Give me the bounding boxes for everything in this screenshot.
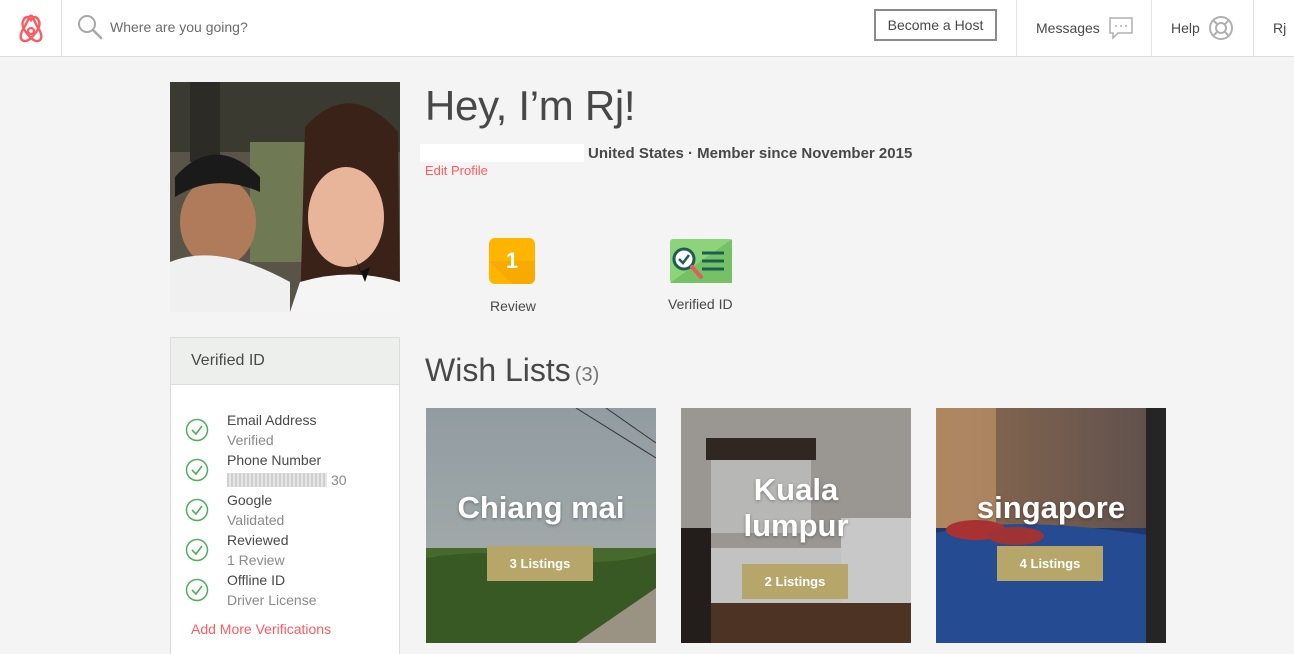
verification-status: 30 — [227, 472, 347, 488]
messages-nav[interactable]: Messages — [1036, 0, 1134, 56]
wishlists-count: (3) — [574, 364, 600, 386]
become-host-button[interactable]: Become a Host — [874, 9, 997, 41]
user-name: Rj — [1273, 20, 1287, 36]
member-location: United States · Member since November 20… — [588, 145, 913, 162]
nav-divider — [1151, 0, 1152, 56]
verification-title: Offline ID — [227, 572, 286, 588]
verification-status: 1 Review — [227, 552, 285, 568]
verification-item: Reviewed 1 Review — [185, 532, 385, 572]
wishlist-card-chiang-mai[interactable]: Chiang mai 3 Listings — [426, 408, 656, 643]
phone-suffix: 30 — [331, 472, 347, 488]
nav-divider — [1016, 0, 1017, 56]
verification-status: Verified — [227, 432, 274, 448]
wishlists-title: Wish Lists — [425, 352, 571, 388]
top-nav: Become a Host Messages Help Rj — [0, 0, 1294, 57]
user-menu[interactable]: Rj — [1273, 0, 1286, 56]
verified-id-badge-icon[interactable] — [668, 237, 732, 285]
verification-title: Phone Number — [227, 452, 322, 468]
search-input[interactable] — [110, 16, 510, 38]
verification-item: Google Validated — [185, 492, 385, 532]
wishlist-card-singapore[interactable]: singapore 4 Listings — [936, 408, 1166, 643]
redacted-block — [420, 144, 584, 162]
help-nav[interactable]: Help — [1171, 0, 1234, 56]
wishlists-heading: Wish Lists (3) — [425, 352, 599, 389]
page-title: Hey, I’m Rj! — [425, 82, 636, 129]
wishlist-listings-button[interactable]: 4 Listings — [997, 546, 1103, 581]
wishlist-listings-button[interactable]: 3 Listings — [487, 546, 593, 581]
verification-title: Email Address — [227, 412, 317, 428]
wishlist-card-kuala-lumpur[interactable]: Kuala lumpur 2 Listings — [681, 408, 911, 643]
check-circle-icon — [185, 578, 209, 602]
nav-divider — [1253, 0, 1254, 56]
search-icon[interactable] — [76, 13, 104, 41]
verification-title: Google — [227, 492, 273, 508]
verification-status: Driver License — [227, 592, 317, 608]
wishlist-name: singapore — [976, 490, 1126, 525]
wishlist-name-line-1: Kuala — [753, 472, 839, 507]
airbnb-logo[interactable] — [0, 0, 62, 56]
wishlist-name-line-2: lumpur — [743, 508, 849, 543]
add-verifications-link[interactable]: Add More Verifications — [191, 621, 331, 637]
redacted-phone — [227, 473, 327, 487]
help-label: Help — [1171, 20, 1200, 36]
wishlist-listings-button[interactable]: 2 Listings — [742, 564, 848, 599]
verification-panel-header: Verified ID — [171, 338, 399, 385]
airbnb-logo-icon — [18, 14, 43, 43]
messages-label: Messages — [1036, 20, 1100, 36]
wishlist-name: Chiang mai — [457, 490, 625, 525]
verification-item: Email Address Verified — [185, 412, 385, 452]
verified-id-badge-label: Verified ID — [668, 296, 733, 312]
verification-panel: Verified ID Email Address Verified Phone… — [170, 337, 400, 654]
check-circle-icon — [185, 538, 209, 562]
verification-title: Reviewed — [227, 532, 289, 548]
verification-item: Phone Number 30 — [185, 452, 385, 492]
check-circle-icon — [185, 418, 209, 442]
check-circle-icon — [185, 498, 209, 522]
lifebuoy-icon — [1208, 16, 1233, 40]
chat-bubble-icon — [1109, 17, 1133, 40]
profile-photo — [170, 82, 400, 312]
verification-status: Validated — [227, 512, 285, 528]
verification-item: Offline ID Driver License — [185, 572, 385, 612]
edit-profile-link[interactable]: Edit Profile — [425, 163, 488, 178]
review-badge-count: 1 — [505, 248, 519, 273]
review-badge-label: Review — [490, 298, 536, 314]
check-circle-icon — [185, 458, 209, 482]
